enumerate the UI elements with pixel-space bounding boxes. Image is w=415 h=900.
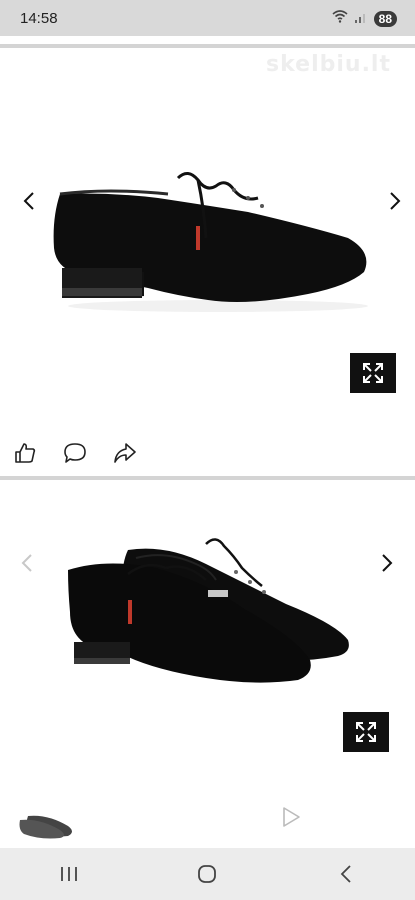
signal-icon — [354, 10, 368, 28]
status-time: 14:58 — [20, 10, 58, 27]
back-icon — [340, 865, 351, 883]
watermark: skelbiu.lt — [266, 52, 391, 77]
play-icon[interactable] — [280, 806, 302, 833]
recent-apps-icon — [61, 867, 78, 881]
previous-image-arrow[interactable] — [12, 548, 42, 578]
next-image-arrow[interactable] — [380, 186, 410, 216]
next-image-arrow[interactable] — [372, 548, 402, 578]
home-icon — [198, 865, 217, 883]
shoe-thumbnail[interactable] — [18, 810, 76, 840]
divider — [0, 476, 415, 480]
wifi-icon — [332, 9, 348, 28]
comment-icon[interactable] — [62, 440, 88, 466]
fullscreen-button[interactable] — [350, 353, 396, 393]
gallery-card-1: skelbiu.lt — [0, 48, 415, 472]
back-button[interactable] — [316, 854, 376, 894]
shoe-image-pair[interactable] — [66, 534, 356, 694]
navigation-bar — [0, 848, 415, 900]
post-actions — [12, 440, 138, 466]
expand-icon — [356, 722, 376, 742]
previous-image-arrow[interactable] — [14, 186, 44, 216]
expand-icon — [363, 363, 383, 383]
home-button[interactable] — [177, 854, 237, 894]
shoe-image-side[interactable] — [48, 168, 378, 318]
status-bar: 14:58 88 — [0, 0, 415, 36]
fullscreen-button[interactable] — [343, 712, 389, 752]
like-icon[interactable] — [12, 440, 38, 466]
gallery-card-2 — [0, 482, 415, 848]
recent-apps-button[interactable] — [39, 854, 99, 894]
share-icon[interactable] — [112, 440, 138, 466]
status-icons: 88 — [332, 9, 397, 28]
battery-icon: 88 — [373, 10, 397, 27]
